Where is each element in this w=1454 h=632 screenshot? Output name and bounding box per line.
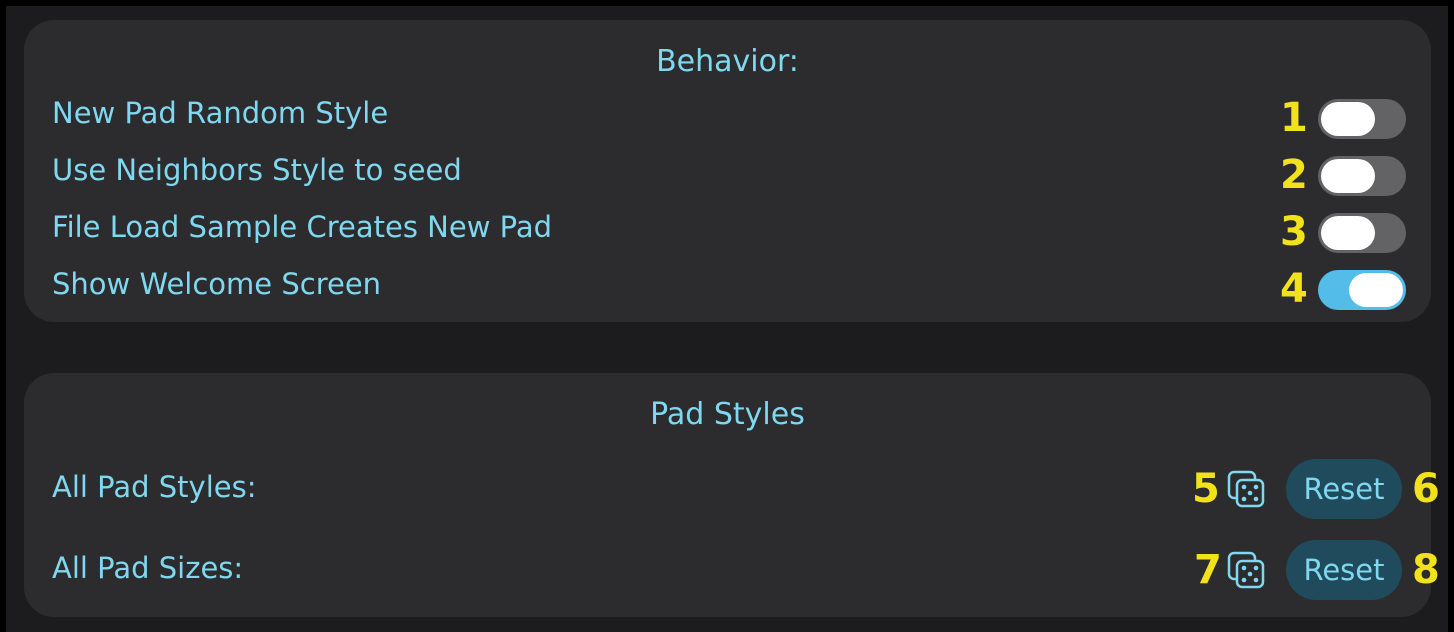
new-pad-random-style-toggle[interactable] [1318,99,1406,139]
toggle-knob [1321,159,1375,193]
marker-4: 4 [1280,266,1308,312]
file-load-sample-toggle[interactable] [1318,213,1406,253]
show-welcome-screen-toggle[interactable] [1318,270,1406,310]
reset-sizes-button[interactable]: Reset [1286,540,1402,600]
marker-2: 2 [1280,152,1308,198]
behavior-title: Behavior: [656,44,799,79]
marker-6: 6 [1412,466,1440,512]
pad-styles-panel: Pad Styles All Pad Styles: 5 Reset 6 All… [24,373,1440,617]
reset-styles-button[interactable]: Reset [1286,459,1402,519]
all-pad-sizes-label: All Pad Sizes: [52,551,244,585]
dice-icon[interactable] [1226,469,1266,509]
settings-screen: Behavior: New Pad Random Style 1 Use Nei… [6,6,1448,632]
file-load-sample-label: File Load Sample Creates New Pad [52,210,553,244]
use-neighbors-style-label: Use Neighbors Style to seed [52,153,462,187]
behavior-panel: Behavior: New Pad Random Style 1 Use Nei… [24,20,1431,322]
dice-icon[interactable] [1226,550,1266,590]
marker-7: 7 [1194,547,1222,593]
new-pad-random-style-label: New Pad Random Style [52,96,389,130]
marker-3: 3 [1280,209,1308,255]
toggle-knob [1349,273,1403,307]
use-neighbors-style-toggle[interactable] [1318,156,1406,196]
pad-styles-title: Pad Styles [650,397,805,432]
marker-5: 5 [1192,466,1220,512]
marker-8: 8 [1412,547,1440,593]
all-pad-styles-label: All Pad Styles: [52,470,257,504]
toggle-knob [1321,102,1375,136]
marker-1: 1 [1280,95,1308,141]
show-welcome-screen-label: Show Welcome Screen [52,267,382,301]
toggle-knob [1321,216,1375,250]
